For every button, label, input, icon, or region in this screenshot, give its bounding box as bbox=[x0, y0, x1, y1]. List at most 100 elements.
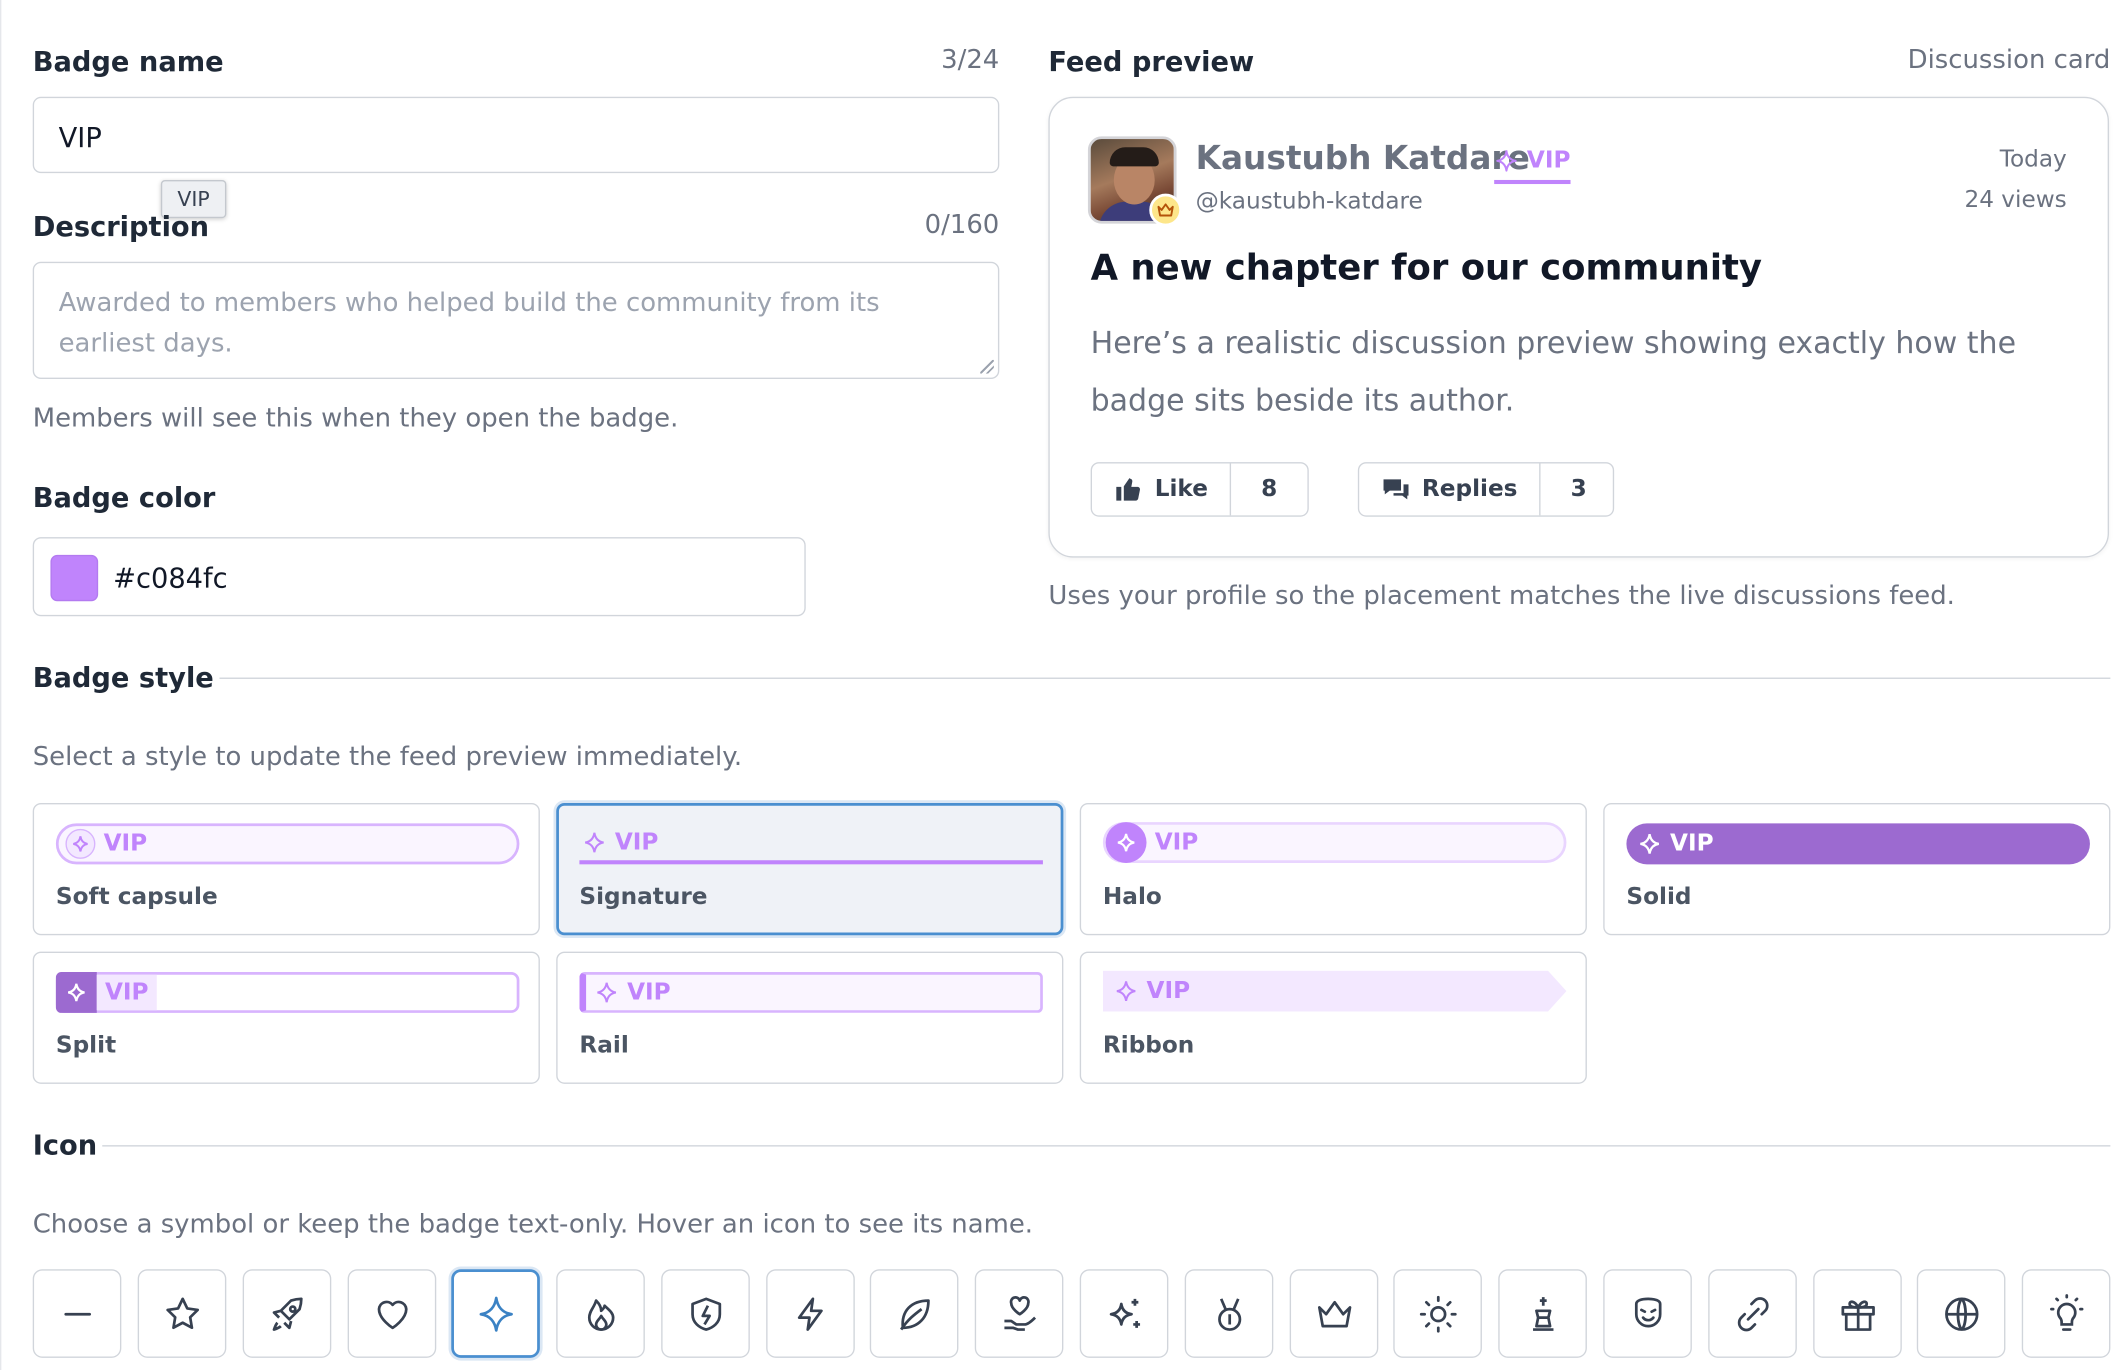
preview-help: Uses your profile so the placement match… bbox=[1048, 580, 1955, 611]
author-badge: VIP bbox=[1494, 143, 1571, 185]
style-sample: VIP bbox=[55, 823, 520, 865]
post-body: Here’s a realistic discussion preview sh… bbox=[1090, 327, 2017, 419]
style-option-halo[interactable]: VIP Halo bbox=[1079, 802, 1587, 936]
sparkle-icon bbox=[584, 831, 604, 852]
description-textarea[interactable]: Awarded to members who helped build the … bbox=[32, 261, 1000, 379]
icon-option-none[interactable] bbox=[32, 1269, 122, 1358]
icon-option-smile[interactable] bbox=[1603, 1269, 1692, 1358]
like-button[interactable]: Like 8 bbox=[1090, 462, 1309, 517]
description-help: Members will see this when they open the… bbox=[32, 403, 679, 434]
color-swatch[interactable] bbox=[50, 554, 99, 602]
none-icon bbox=[63, 1312, 91, 1315]
icon-option-flame[interactable] bbox=[556, 1269, 645, 1358]
style-name: Split bbox=[55, 1032, 117, 1060]
thumbs-up-icon bbox=[1116, 478, 1141, 501]
icon-option-sparkle[interactable] bbox=[451, 1269, 540, 1358]
style-option-ribbon[interactable]: VIP Ribbon bbox=[1079, 951, 1587, 1084]
style-sample-text: VIP bbox=[96, 974, 157, 1011]
style-option-solid[interactable]: VIP Solid bbox=[1603, 802, 2111, 936]
sparkle-icon bbox=[55, 972, 97, 1013]
chess-king-icon bbox=[1532, 1296, 1553, 1331]
link-icon bbox=[1737, 1296, 1768, 1331]
description-counter: 0/160 bbox=[924, 209, 1000, 240]
style-sample: VIP bbox=[579, 972, 1043, 1013]
rocket-icon bbox=[271, 1296, 302, 1331]
icon-option-heart[interactable] bbox=[347, 1269, 437, 1358]
style-name: Rail bbox=[579, 1032, 629, 1060]
sparkle-icon bbox=[1496, 149, 1517, 171]
preview-type-label: Discussion card bbox=[1907, 44, 2111, 75]
icon-option-medal[interactable] bbox=[1184, 1269, 1274, 1358]
chat-icon bbox=[1383, 479, 1409, 500]
leaf-icon bbox=[899, 1298, 930, 1330]
bolt-icon bbox=[797, 1296, 823, 1331]
post-views: 24 views bbox=[1964, 186, 2067, 215]
resize-handle-icon[interactable] bbox=[980, 359, 994, 374]
feed-preview-label: Feed preview bbox=[1048, 44, 1255, 78]
replies-count: 3 bbox=[1539, 463, 1616, 516]
style-name: Halo bbox=[1102, 883, 1162, 911]
icon-option-bolt[interactable] bbox=[766, 1269, 855, 1358]
badge-name-label: Badge name bbox=[32, 44, 224, 78]
sparkle-icon bbox=[478, 1295, 513, 1332]
author-handle: @kaustubh-katdare bbox=[1195, 188, 1423, 216]
flame-icon bbox=[587, 1298, 614, 1331]
icon-option-sparkles[interactable] bbox=[1079, 1269, 1169, 1358]
style-name: Soft capsule bbox=[55, 883, 218, 911]
author-name[interactable]: Kaustubh Katdare bbox=[1196, 139, 1530, 177]
badge-color-input[interactable]: #c084fc bbox=[32, 537, 806, 617]
icon-option-gift[interactable] bbox=[1813, 1269, 1902, 1358]
discussion-card: Kaustubh Katdare VIP @kaustubh-katdare T… bbox=[1048, 96, 2110, 558]
post-meta: Today 24 views bbox=[1964, 139, 2066, 221]
style-name: Signature bbox=[579, 883, 708, 911]
replies-button[interactable]: Replies 3 bbox=[1357, 462, 1616, 517]
icon-option-rocket[interactable] bbox=[242, 1269, 332, 1358]
post-date: Today bbox=[1999, 145, 2067, 174]
icon-option-lightbulb[interactable] bbox=[2021, 1269, 2111, 1358]
style-sample-text: VIP bbox=[103, 830, 148, 858]
icon-heading: Icon bbox=[32, 1128, 103, 1162]
sun-icon bbox=[1419, 1295, 1457, 1332]
icon-option-sun[interactable] bbox=[1393, 1269, 1482, 1358]
badge-name-input[interactable]: VIP bbox=[32, 96, 1000, 174]
sparkle-icon bbox=[1105, 822, 1147, 863]
icon-option-shield-bolt[interactable] bbox=[661, 1269, 750, 1358]
icon-option-globe[interactable] bbox=[1916, 1269, 2006, 1358]
sparkles-icon bbox=[1109, 1298, 1140, 1328]
gift-icon bbox=[1840, 1299, 1875, 1331]
sparkle-icon bbox=[65, 828, 96, 859]
like-label: Like bbox=[1154, 475, 1208, 504]
style-sample: VIP bbox=[1102, 822, 1567, 863]
style-option-soft-capsule[interactable]: VIP Soft capsule bbox=[32, 802, 540, 936]
post-title[interactable]: A new chapter for our community bbox=[1091, 248, 1762, 289]
icon-option-hand-heart[interactable] bbox=[974, 1269, 1064, 1358]
style-option-rail[interactable]: VIP Rail bbox=[556, 951, 1064, 1084]
globe-icon bbox=[1944, 1296, 1978, 1331]
style-name: Ribbon bbox=[1102, 1032, 1195, 1060]
sparkle-icon bbox=[1116, 981, 1136, 1002]
icon-option-link[interactable] bbox=[1708, 1269, 1797, 1358]
style-sample-text: VIP bbox=[614, 828, 659, 856]
sparkle-icon bbox=[597, 982, 617, 1003]
author-badge-text: VIP bbox=[1526, 146, 1571, 174]
style-option-signature[interactable]: VIP Signature bbox=[556, 802, 1064, 936]
style-sample: VIP bbox=[1626, 823, 2090, 865]
style-option-split[interactable]: VIP Split bbox=[32, 951, 540, 1084]
icon-option-star[interactable] bbox=[137, 1269, 227, 1358]
medal-icon bbox=[1217, 1297, 1241, 1331]
section-divider bbox=[32, 1145, 2111, 1147]
heart-icon bbox=[376, 1299, 407, 1329]
like-count: 8 bbox=[1229, 463, 1307, 516]
style-sample: VIP bbox=[1102, 970, 1567, 1012]
icon-help: Choose a symbol or keep the badge text-o… bbox=[32, 1209, 1033, 1240]
badge-color-value: #c084fc bbox=[113, 561, 228, 595]
star-icon bbox=[165, 1296, 199, 1329]
style-sample: VIP bbox=[579, 823, 1043, 865]
badge-color-label: Badge color bbox=[32, 481, 216, 514]
icon-option-chess-king[interactable] bbox=[1498, 1269, 1587, 1358]
badge-style-help: Select a style to update the feed previe… bbox=[32, 741, 743, 772]
icon-option-leaf[interactable] bbox=[869, 1269, 959, 1358]
icon-option-crown[interactable] bbox=[1289, 1269, 1379, 1358]
badge-name-value: VIP bbox=[58, 121, 102, 155]
style-sample-text: VIP bbox=[1154, 828, 1199, 857]
